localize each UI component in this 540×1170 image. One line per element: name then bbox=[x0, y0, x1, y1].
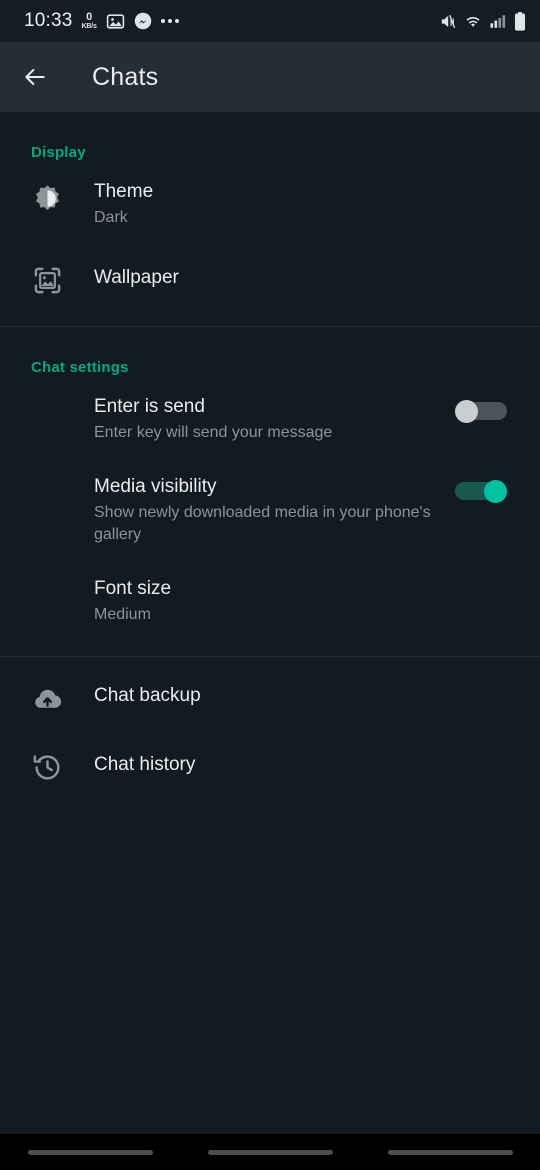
chat-history-icon-slot bbox=[0, 752, 94, 783]
row-chat-history[interactable]: Chat history bbox=[0, 728, 540, 797]
nav-back-button[interactable] bbox=[387, 1149, 513, 1155]
row-subtitle-theme: Dark bbox=[94, 209, 128, 226]
row-subtitle-enter-is-send: Enter key will send your message bbox=[94, 424, 333, 441]
row-title-wallpaper: Wallpaper bbox=[94, 267, 179, 288]
toggle-media-visibility[interactable] bbox=[455, 480, 507, 503]
section-header-display: Display bbox=[31, 144, 86, 161]
toggle-slot-media-visibility bbox=[444, 474, 518, 503]
wallpaper-icon-slot bbox=[0, 265, 94, 296]
font-size-icon-slot bbox=[0, 576, 94, 580]
toggle-knob bbox=[455, 400, 478, 423]
chat-backup-text: Chat backup bbox=[94, 683, 518, 709]
theme-icon-slot bbox=[0, 179, 94, 214]
row-wallpaper[interactable]: Wallpaper bbox=[0, 243, 540, 326]
network-speed-value: 0 bbox=[86, 11, 93, 23]
toggle-enter-is-send[interactable] bbox=[455, 400, 507, 423]
row-title-font-size: Font size bbox=[94, 578, 172, 599]
font-size-text: Font size Medium bbox=[94, 576, 518, 626]
status-bar-right bbox=[439, 11, 526, 31]
row-theme[interactable]: Theme Dark bbox=[0, 161, 540, 243]
system-navigation-bar bbox=[0, 1134, 540, 1170]
cloud-upload-icon bbox=[32, 683, 63, 714]
media-visibility-icon-slot bbox=[0, 474, 94, 478]
wallpaper-text: Wallpaper bbox=[94, 265, 518, 291]
status-bar-left: 10:33 0 KB/s bbox=[24, 10, 179, 32]
overflow-dots-icon bbox=[160, 19, 179, 23]
section-chat-settings: Chat settings Enter is send Enter key wi… bbox=[0, 327, 540, 656]
back-button[interactable] bbox=[0, 42, 70, 112]
battery-icon bbox=[514, 11, 526, 31]
row-title-chat-history: Chat history bbox=[94, 754, 196, 775]
app-bar: Chats bbox=[0, 42, 540, 112]
network-speed-unit: KB/s bbox=[81, 23, 97, 30]
row-font-size[interactable]: Font size Medium bbox=[0, 560, 540, 656]
toggle-knob bbox=[484, 480, 507, 503]
toggle-slot-enter-is-send bbox=[444, 394, 518, 423]
section-display: Display Theme Dark Wallpaper bbox=[0, 112, 540, 326]
page-title: Chats bbox=[92, 62, 159, 91]
media-visibility-text: Media visibility Show newly downloaded m… bbox=[94, 474, 444, 546]
wallpaper-image-icon bbox=[32, 265, 63, 296]
row-title-theme: Theme bbox=[94, 181, 154, 202]
chat-history-text: Chat history bbox=[94, 752, 518, 778]
network-speed-indicator: 0 KB/s bbox=[81, 11, 97, 31]
row-title-media-visibility: Media visibility bbox=[94, 476, 217, 497]
enter-is-send-icon-slot bbox=[0, 394, 94, 398]
wifi-icon bbox=[464, 13, 482, 29]
row-subtitle-font-size: Medium bbox=[94, 606, 151, 623]
row-chat-backup[interactable]: Chat backup bbox=[0, 657, 540, 728]
row-title-chat-backup: Chat backup bbox=[94, 685, 201, 706]
row-title-enter-is-send: Enter is send bbox=[94, 396, 205, 417]
status-bar: 10:33 0 KB/s bbox=[0, 0, 540, 42]
section-backup: Chat backup Chat history bbox=[0, 657, 540, 797]
status-bar-clock: 10:33 bbox=[24, 10, 73, 31]
brightness-contrast-icon bbox=[32, 183, 63, 214]
row-media-visibility[interactable]: Media visibility Show newly downloaded m… bbox=[0, 458, 540, 560]
nav-home-button[interactable] bbox=[207, 1149, 333, 1155]
section-header-chat-settings: Chat settings bbox=[31, 359, 129, 376]
messenger-icon bbox=[134, 12, 152, 30]
enter-is-send-text: Enter is send Enter key will send your m… bbox=[94, 394, 444, 444]
gallery-icon bbox=[106, 12, 125, 31]
theme-text: Theme Dark bbox=[94, 179, 518, 229]
back-arrow-icon bbox=[22, 64, 48, 90]
row-subtitle-media-visibility: Show newly downloaded media in your phon… bbox=[94, 504, 431, 543]
nav-recents-button[interactable] bbox=[27, 1149, 153, 1155]
row-enter-is-send[interactable]: Enter is send Enter key will send your m… bbox=[0, 376, 540, 458]
settings-list: Display Theme Dark Wallpaper Chat settin… bbox=[0, 112, 540, 1134]
chat-backup-icon-slot bbox=[0, 683, 94, 714]
history-clock-icon bbox=[32, 752, 63, 783]
vibrate-mute-icon bbox=[439, 13, 456, 30]
phone-screen: 10:33 0 KB/s Chats Display Theme Dark Wa… bbox=[0, 0, 540, 1170]
cellular-signal-icon bbox=[490, 14, 506, 29]
